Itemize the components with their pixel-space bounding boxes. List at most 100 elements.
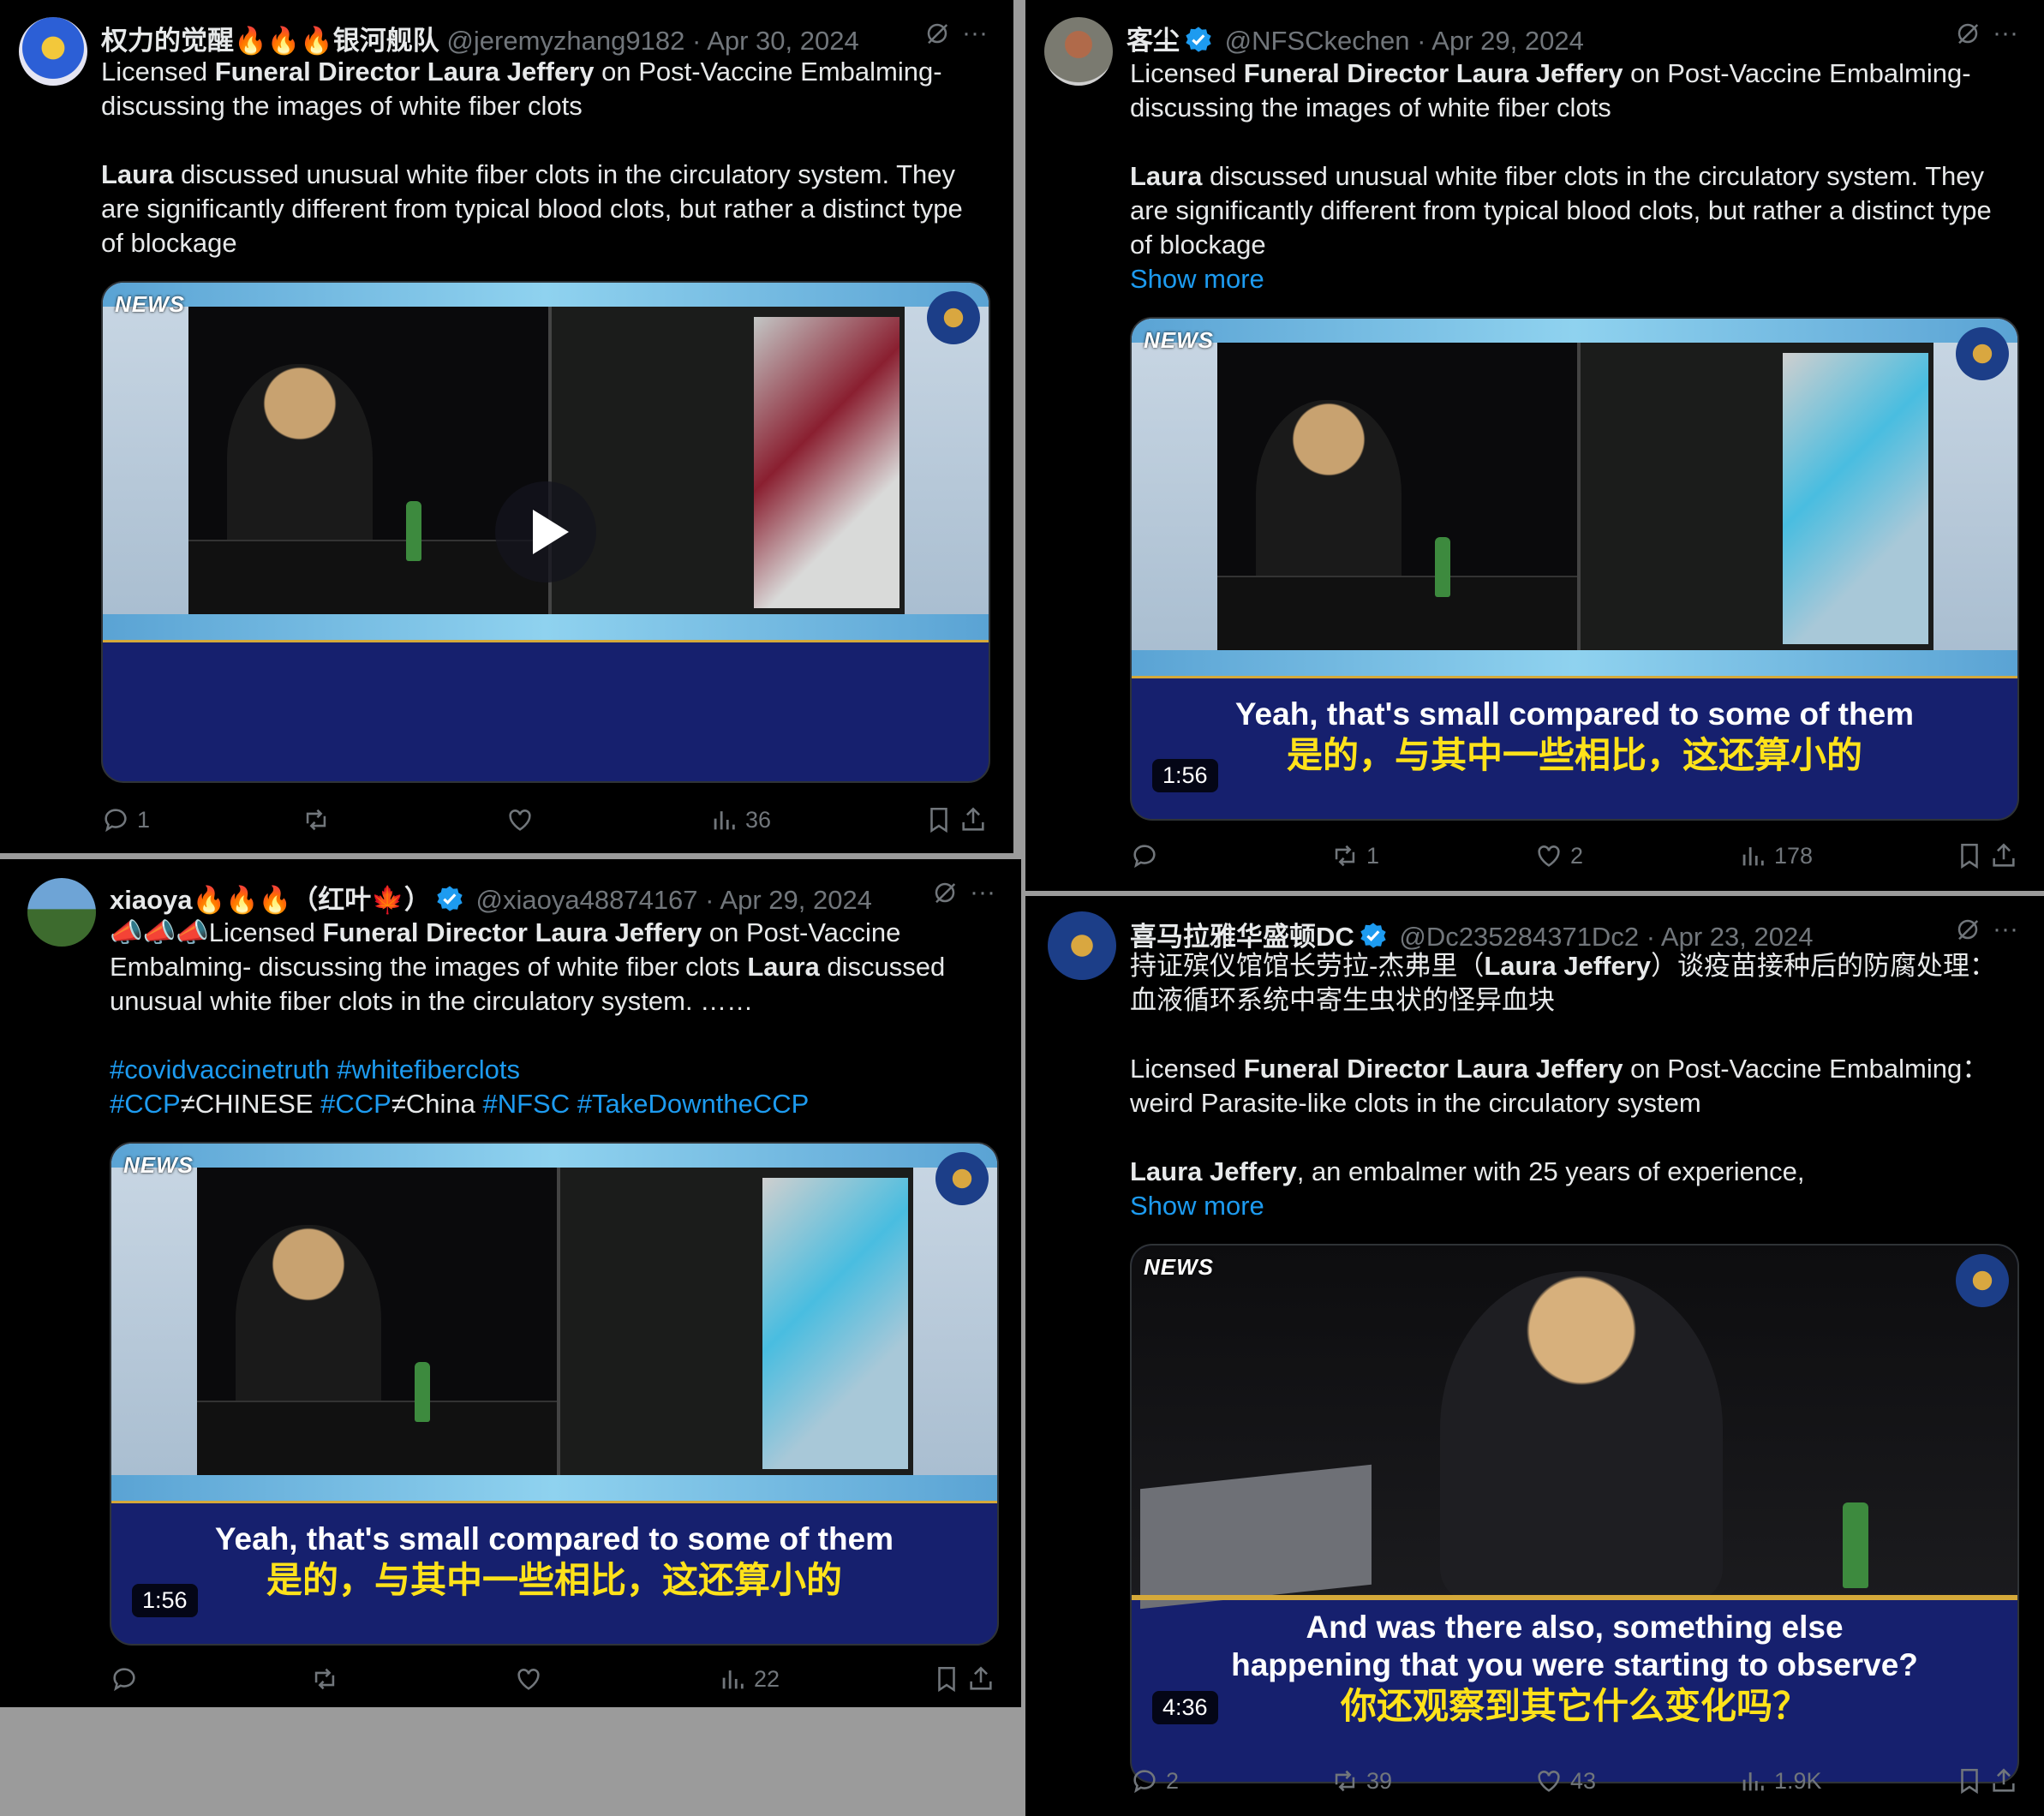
grok-icon[interactable]	[924, 21, 950, 46]
grok-icon[interactable]	[1955, 917, 1981, 942]
reply-button[interactable]	[110, 1664, 146, 1694]
show-more-link[interactable]: Show more	[1130, 1189, 2013, 1223]
video-player[interactable]: NEWS Yeah, that's small compared to some…	[110, 1142, 999, 1646]
bookmark-icon	[1955, 1766, 1984, 1795]
repost-button[interactable]: 39	[1330, 1766, 1392, 1795]
repost-button[interactable]	[310, 1664, 346, 1694]
reply-button[interactable]: 1	[101, 805, 150, 834]
video-player[interactable]: NEWS Yeah, that's small compared to some…	[1130, 317, 2019, 821]
handle[interactable]: @xiaoya48874167	[476, 885, 698, 915]
subtitle-english: Yeah, that's small compared to some of t…	[214, 1521, 894, 1556]
hashtag-link[interactable]: #CCP	[110, 1089, 181, 1119]
bookmark-button[interactable]	[1955, 1766, 1984, 1795]
tweet-date[interactable]: · Apr 29, 2024	[1417, 26, 1584, 56]
video-duration: 1:56	[1152, 759, 1218, 792]
tweet-header: xiaoya🔥🔥🔥（红叶🍁） @xiaoya48874167 · Apr 29,…	[110, 878, 995, 916]
bookmark-icon	[932, 1664, 961, 1694]
repost-button[interactable]	[302, 805, 338, 834]
bookmark-button[interactable]	[932, 1664, 961, 1694]
tweet-card[interactable]: xiaoya🔥🔥🔥（红叶🍁） @xiaoya48874167 · Apr 29,…	[0, 859, 1021, 1707]
tweet-card[interactable]: 喜马拉雅华盛顿DC @Dc235284371Dc2 · Apr 23, 2024…	[1025, 896, 2044, 1816]
tweet-actions: 1 2 178	[1130, 841, 2018, 875]
tweet-actions: 1 36	[101, 805, 988, 839]
video-duration: 4:36	[1152, 1691, 1218, 1724]
subtitle-english: happening that you were starting to obse…	[1231, 1647, 1918, 1682]
hashtag-link[interactable]: #TakeDowntheCCP	[577, 1089, 810, 1119]
subtitle-chinese: 是的，与其中一些相比，这还算小的	[1286, 735, 1862, 775]
more-icon[interactable]: ···	[962, 19, 988, 48]
reply-button[interactable]: 2	[1130, 1766, 1179, 1795]
avatar[interactable]	[19, 17, 87, 86]
seal-logo	[927, 291, 980, 344]
video-frame[interactable]: NEWS	[111, 1144, 997, 1503]
video-player[interactable]: NEWS	[101, 281, 990, 783]
hashtag-link[interactable]: #whitefiberclots	[337, 1054, 520, 1084]
tweet-paragraph: Licensed Funeral Director Laura Jeffery …	[1130, 58, 1971, 122]
share-button[interactable]	[1989, 841, 2018, 870]
subtitle-chinese: 是的，与其中一些相比，这还算小的	[266, 1560, 842, 1600]
more-icon[interactable]: ···	[1993, 19, 2018, 48]
like-icon	[505, 805, 535, 834]
tweet-paragraph: Laura discussed unusual white fiber clot…	[101, 159, 963, 258]
like-button[interactable]: 43	[1534, 1766, 1596, 1795]
display-name[interactable]: 喜马拉雅华盛顿DC	[1130, 922, 1354, 952]
bookmark-icon	[1955, 841, 1984, 870]
repost-icon	[310, 1664, 339, 1694]
tweet-date[interactable]: · Apr 30, 2024	[692, 26, 859, 56]
display-name[interactable]: 权力的觉醒🔥🔥🔥银河舰队	[101, 26, 439, 56]
views-icon	[709, 805, 738, 834]
tweet-paragraph: Laura discussed unusual white fiber clot…	[1130, 161, 1992, 260]
subtitle-english: Yeah, that's small compared to some of t…	[1234, 696, 1915, 732]
views-button[interactable]: 36	[709, 805, 771, 834]
more-icon[interactable]: ···	[1993, 915, 2018, 944]
like-icon	[514, 1664, 543, 1694]
grok-icon[interactable]	[932, 880, 958, 905]
views-button[interactable]: 22	[718, 1664, 780, 1694]
like-icon	[1534, 841, 1563, 870]
share-button[interactable]	[966, 1664, 995, 1694]
video-frame[interactable]: NEWS	[103, 283, 989, 642]
play-icon[interactable]	[495, 481, 596, 582]
views-icon	[1738, 1766, 1767, 1795]
video-frame[interactable]: NEWS	[1132, 319, 2017, 678]
share-button[interactable]	[959, 805, 988, 834]
hashtag-link[interactable]: #CCP	[320, 1089, 391, 1119]
hashtag-link[interactable]: #NFSC	[482, 1089, 570, 1119]
grok-icon[interactable]	[1955, 21, 1981, 46]
video-player[interactable]: NEWS And was there also, something else …	[1130, 1244, 2019, 1783]
reply-button[interactable]	[1130, 841, 1166, 870]
repost-button[interactable]: 1	[1330, 841, 1379, 870]
views-button[interactable]: 1.9K	[1738, 1766, 1822, 1795]
gnews-logo: NEWS	[123, 1152, 194, 1178]
subtitles: Yeah, that's small compared to some of t…	[1132, 696, 2017, 819]
tweet-date[interactable]: · Apr 29, 2024	[705, 885, 872, 915]
hashtag-line: #covidvaccinetruth #whitefiberclots	[110, 1053, 990, 1087]
more-icon[interactable]: ···	[970, 878, 995, 907]
bookmark-button[interactable]	[924, 805, 953, 834]
tweet-date[interactable]: · Apr 23, 2024	[1647, 922, 1814, 952]
subtitles: Yeah, that's small compared to some of t…	[111, 1520, 997, 1644]
like-button[interactable]	[514, 1664, 550, 1694]
like-button[interactable]: 2	[1534, 841, 1583, 870]
avatar[interactable]	[1044, 17, 1113, 86]
tweet-header: 喜马拉雅华盛顿DC @Dc235284371Dc2 · Apr 23, 2024…	[1130, 915, 2018, 953]
tweet-card[interactable]: 权力的觉醒🔥🔥🔥银河舰队 @jeremyzhang9182 · Apr 30, …	[0, 0, 1013, 853]
subtitle-chinese: 你还观察到其它什么变化吗？	[1340, 1686, 1808, 1726]
avatar[interactable]	[1048, 911, 1116, 980]
handle[interactable]: @NFSCkechen	[1225, 26, 1410, 56]
views-button[interactable]: 178	[1738, 841, 1813, 870]
like-button[interactable]	[505, 805, 541, 834]
display-name[interactable]: 客尘	[1127, 26, 1180, 56]
show-more-link[interactable]: Show more	[1130, 262, 2013, 296]
display-name[interactable]: xiaoya🔥🔥🔥（红叶🍁）	[110, 885, 431, 915]
like-icon	[1534, 1766, 1563, 1795]
video-frame[interactable]: NEWS	[1132, 1246, 2017, 1610]
avatar[interactable]	[27, 878, 96, 947]
bookmark-button[interactable]	[1955, 841, 1984, 870]
tweet-card[interactable]: 客尘 @NFSCkechen · Apr 29, 2024 ··· Licens…	[1025, 0, 2044, 891]
handle[interactable]: @Dc235284371Dc2	[1399, 922, 1639, 952]
tweet-actions: 22	[110, 1664, 995, 1699]
hashtag-link[interactable]: #covidvaccinetruth	[110, 1054, 330, 1084]
handle[interactable]: @jeremyzhang9182	[446, 26, 684, 56]
share-button[interactable]	[1989, 1766, 2018, 1795]
